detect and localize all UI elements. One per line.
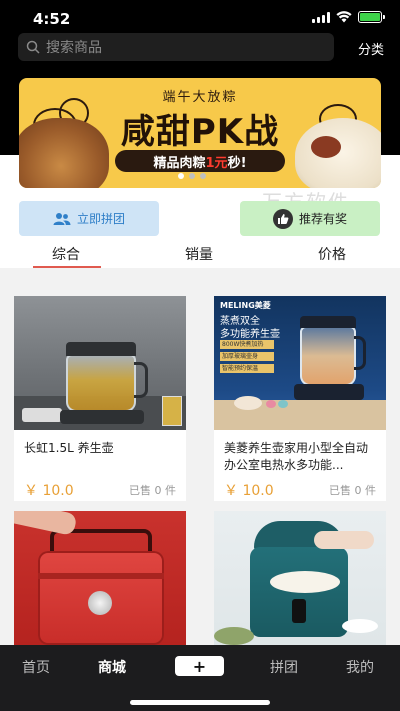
signal-icon xyxy=(312,11,330,23)
banner-dot[interactable] xyxy=(200,173,206,179)
promo-banner[interactable]: 端午大放粽 咸甜PK战 精品肉粽 1元 秒! xyxy=(19,78,381,188)
group-buy-label: 立即拼团 xyxy=(76,212,125,226)
product-name: 美菱养生壶家用小型全自动办公室电热水多功能... xyxy=(224,441,369,472)
search-icon xyxy=(26,40,40,54)
banner-pagination xyxy=(178,173,206,179)
search-placeholder: 搜索商品 xyxy=(46,40,102,56)
tab-price[interactable]: 价格 xyxy=(318,244,346,264)
product-image-rice-cooker xyxy=(214,511,386,645)
product-image-kettle xyxy=(14,296,186,430)
group-buy-button[interactable]: 立即拼团 xyxy=(19,201,159,236)
product-name: 长虹1.5L 养生壶 xyxy=(24,441,114,455)
wifi-icon xyxy=(336,11,352,23)
product-price: ￥ 10.0 xyxy=(24,483,74,499)
product-sold-count: 已售 0 件 xyxy=(329,484,376,497)
tab-mine[interactable]: 我的 xyxy=(346,657,374,677)
search-input[interactable]: 搜索商品 xyxy=(18,33,334,61)
tab-comprehensive[interactable]: 综合 xyxy=(52,244,80,264)
status-bar: 4:52 xyxy=(0,0,400,36)
banner-dot[interactable] xyxy=(178,173,184,179)
product-card[interactable]: 长虹1.5L 养生壶 ￥ 10.0 已售 0 件 xyxy=(14,296,186,501)
tab-home[interactable]: 首页 xyxy=(22,657,50,677)
banner-pill: 精品肉粽 1元 秒! xyxy=(115,150,285,172)
banner-subtitle: 端午大放粽 xyxy=(162,90,238,105)
recommend-button[interactable]: 推荐有奖 xyxy=(240,201,380,236)
status-time: 4:52 xyxy=(33,10,71,28)
status-icons xyxy=(312,11,385,23)
thumbs-up-icon xyxy=(272,208,293,229)
tab-group-buy[interactable]: 拼团 xyxy=(270,657,298,677)
sort-tabs: 综合 销量 价格 xyxy=(0,240,400,268)
battery-icon xyxy=(358,11,385,23)
tab-sales[interactable]: 销量 xyxy=(185,244,213,264)
category-button[interactable]: 分类 xyxy=(358,39,384,58)
product-card[interactable] xyxy=(14,511,186,645)
product-image-health-pot: MELING美菱 蒸煮双全 多功能养生壶 800W快煮加热 加厚玻璃壶身 智能预… xyxy=(214,296,386,430)
publish-plus-button[interactable]: + xyxy=(175,656,224,676)
product-card[interactable] xyxy=(214,511,386,645)
product-image-red-pot xyxy=(14,511,186,645)
active-tab-indicator xyxy=(33,266,101,268)
banner-title: 咸甜PK战 xyxy=(120,112,280,152)
product-card[interactable]: MELING美菱 蒸煮双全 多功能养生壶 800W快煮加热 加厚玻璃壶身 智能预… xyxy=(214,296,386,501)
product-price: ￥ 10.0 xyxy=(224,483,274,499)
tab-mall[interactable]: 商城 xyxy=(98,657,126,677)
home-indicator xyxy=(130,700,270,705)
group-users-icon xyxy=(53,212,71,225)
recommend-label: 推荐有奖 xyxy=(298,212,347,226)
product-sold-count: 已售 0 件 xyxy=(129,484,176,497)
banner-dot[interactable] xyxy=(189,173,195,179)
